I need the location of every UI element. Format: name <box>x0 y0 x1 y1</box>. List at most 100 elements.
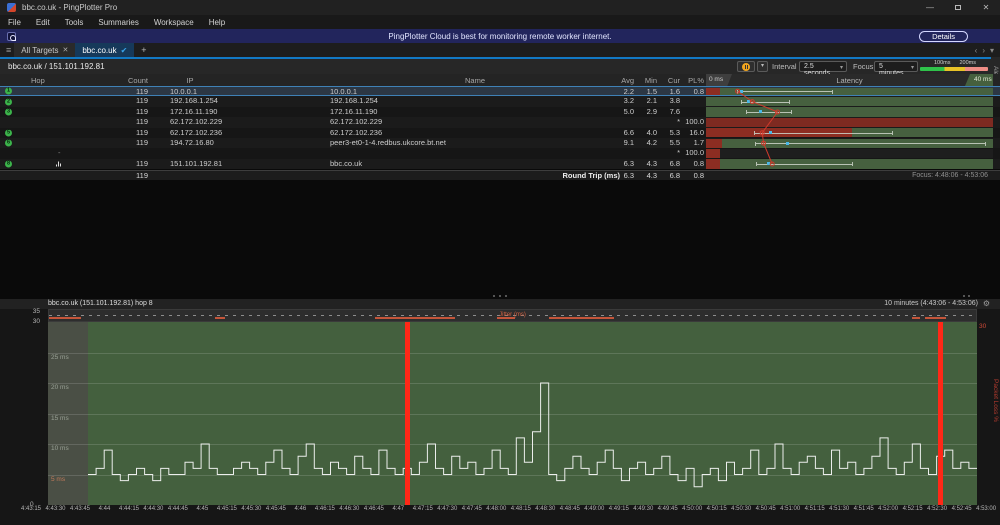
time-tick-label: 4:48:30 <box>535 506 555 512</box>
cell-name: peer3-et0-1-4.redbus.ukcore.bt.net <box>330 138 446 148</box>
menu-tools[interactable]: Tools <box>65 18 84 27</box>
timeline-header: bbc.co.uk (151.101.192.81) hop 8 10 minu… <box>0 299 1000 309</box>
hop-row-7[interactable]: -*100.0 <box>0 148 1000 158</box>
hop-row-6[interactable]: 6119194.72.16.80peer3-et0-1-4.redbus.ukc… <box>0 138 1000 148</box>
tab-scroll-right-icon[interactable]: › <box>982 46 985 55</box>
menu-summaries[interactable]: Summaries <box>98 18 138 27</box>
avg-marker <box>767 162 770 165</box>
hop-number-icon: 8 <box>5 160 12 167</box>
tab-bar: ≡ All Targets ✕ bbc.co.uk ✔ + ‹ › ▾ <box>0 43 1000 59</box>
pause-button[interactable] <box>737 61 755 72</box>
hop-number-icon: 3 <box>5 108 12 115</box>
menu-file[interactable]: File <box>8 18 21 27</box>
hamburger-icon[interactable]: ≡ <box>0 43 14 57</box>
cell-name: 172.16.11.190 <box>330 107 377 117</box>
maximize-button[interactable] <box>944 0 972 15</box>
time-tick-label: 4:43:45 <box>70 506 90 512</box>
latency-graph-cell <box>706 128 993 137</box>
col-count[interactable]: Count <box>100 76 148 85</box>
focus-label: Focus: <box>853 62 876 71</box>
pause-dropdown-button[interactable]: ▾ <box>757 61 768 72</box>
banner-text: PingPlotter Cloud is best for monitoring… <box>0 32 1000 41</box>
time-tick-label: 4:44:15 <box>119 506 139 512</box>
hop-row-5[interactable]: 511962.172.102.23662.172.102.2366.64.05.… <box>0 128 1000 138</box>
window-controls: — ✕ <box>916 0 1000 15</box>
time-tick-label: 4:50:00 <box>682 506 702 512</box>
latency-timeline-plot[interactable]: 25 ms20 ms15 ms10 ms5 ms <box>48 322 977 505</box>
jitter-loss-segment <box>215 317 225 319</box>
check-icon: ✔ <box>121 46 128 55</box>
interval-select[interactable]: 2.5 seconds▾ <box>799 61 847 72</box>
tab-scroll-controls: ‹ › ▾ <box>975 43 1000 57</box>
tab-bbc[interactable]: bbc.co.uk ✔ <box>75 43 134 57</box>
cell-count: 119 <box>100 96 148 106</box>
col-name[interactable]: Name <box>330 76 620 85</box>
latency-step-line <box>48 322 977 505</box>
y-label-35: 35 <box>24 308 40 315</box>
jitter-loss-segment <box>49 317 81 319</box>
cell-count: 119 <box>100 128 148 138</box>
timeline-range: 10 minutes (4:43:06 - 4:53:06) <box>884 300 978 307</box>
time-tick-label: 4:49:45 <box>658 506 678 512</box>
title-bar: bbc.co.uk - PingPlotter Pro — ✕ <box>0 0 1000 15</box>
minimize-button[interactable]: — <box>916 0 944 15</box>
round-trip-pl: 0.8 <box>668 171 704 180</box>
details-button[interactable]: Details <box>919 31 968 42</box>
col-hop[interactable]: Hop <box>31 76 45 85</box>
time-tick-label: 4:48:15 <box>511 506 531 512</box>
time-tick-label: 4:48:00 <box>486 506 506 512</box>
time-tick-label: 4:49:00 <box>584 506 604 512</box>
close-icon[interactable]: ✕ <box>62 46 68 54</box>
latency-color-scale <box>920 67 988 71</box>
col-latency[interactable]: Latency 0 ms 40 ms <box>706 74 993 86</box>
hop-number-icon: 2 <box>5 98 12 105</box>
close-button[interactable]: ✕ <box>972 0 1000 15</box>
col-pl[interactable]: PL% <box>668 76 704 85</box>
legend-100ms: 100ms <box>934 60 951 66</box>
jitter-loss-segment <box>549 317 614 319</box>
cell-cur: 3.8 <box>646 96 680 106</box>
hop-row-3[interactable]: 3119172.16.11.190172.16.11.1905.02.97.6 <box>0 107 1000 117</box>
packet-loss-bar <box>706 88 720 95</box>
latency-graph-cell <box>706 107 993 116</box>
hop-row-1[interactable]: 111910.0.0.110.0.0.12.21.51.60.8 <box>0 86 1000 96</box>
time-tick-label: 4:46:45 <box>364 506 384 512</box>
tab-scroll-left-icon[interactable]: ‹ <box>975 46 978 55</box>
avg-marker <box>747 100 750 103</box>
hop-row-8[interactable]: 8119151.101.192.81bbc.co.uk6.34.36.80.8 <box>0 159 1000 169</box>
time-tick-label: 4:43:15 <box>21 506 41 512</box>
packet-loss-event-bar <box>938 322 943 505</box>
maximize-icon <box>955 5 961 10</box>
cell-ip: 151.101.192.81 <box>170 159 222 169</box>
hop-row-2[interactable]: 2119192.168.1.254192.168.1.2543.22.13.8 <box>0 96 1000 106</box>
hop-number-icon: 5 <box>5 129 12 136</box>
target-title: bbc.co.uk / 151.101.192.81 <box>8 62 105 71</box>
menu-help[interactable]: Help <box>209 18 225 27</box>
table-header: Hop Count IP Name Avg Min Cur PL% Latenc… <box>0 74 1000 86</box>
time-tick-label: 4:51:15 <box>805 506 825 512</box>
hop-number-icon: 1 <box>5 88 12 95</box>
time-tick-label: 4:45:15 <box>217 506 237 512</box>
chevron-down-icon: ▾ <box>840 64 843 71</box>
focus-select[interactable]: 5 minutes▾ <box>874 61 918 72</box>
tab-all-targets[interactable]: All Targets ✕ <box>14 43 75 57</box>
time-tick-label: 4:44 <box>99 506 111 512</box>
interval-label: Interval <box>772 62 797 71</box>
packet-loss-axis-top: 30 <box>979 323 986 330</box>
jitter-loss-segment <box>925 317 946 319</box>
tab-bbc-label: bbc.co.uk <box>82 46 116 55</box>
time-tick-label: 4:47:15 <box>413 506 433 512</box>
cell-name: 62.172.102.236 <box>330 128 382 138</box>
avg-marker <box>759 110 762 113</box>
new-tab-button[interactable]: + <box>134 43 153 57</box>
menu-edit[interactable]: Edit <box>36 18 50 27</box>
gear-icon[interactable]: ⚙ <box>983 299 990 308</box>
chevron-down-icon[interactable]: ▾ <box>990 46 994 55</box>
splitter-handle-dots[interactable] <box>963 295 970 297</box>
col-ip[interactable]: IP <box>150 76 230 85</box>
latency-graph-cell <box>706 88 993 95</box>
menu-workspace[interactable]: Workspace <box>154 18 194 27</box>
jitter-loss-segment <box>497 317 515 319</box>
packet-loss-bar <box>706 149 720 158</box>
hop-row-4[interactable]: 11962.172.102.22962.172.102.229*100.0 <box>0 117 1000 127</box>
